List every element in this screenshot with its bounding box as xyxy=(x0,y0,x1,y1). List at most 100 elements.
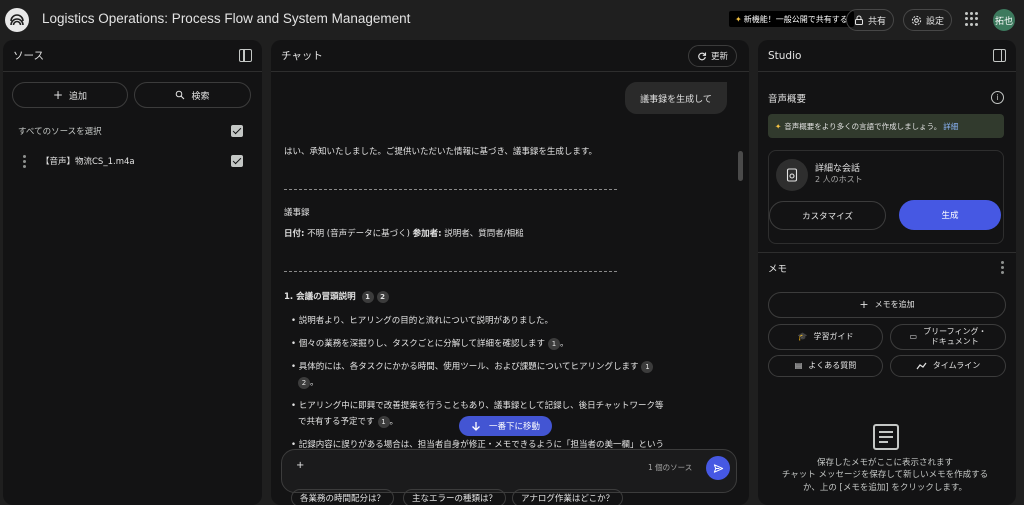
citation-chip[interactable]: 1 xyxy=(377,415,390,428)
bullet-text: 説明者より、ヒアリングの目的と流れについて説明がありました。 xyxy=(298,316,553,326)
audio-overview-title: 音声概要 xyxy=(768,94,807,105)
new-feature-badge[interactable]: ✦ 新機能！一般公開で共有する xyxy=(729,11,854,27)
briefing-label-line1: ブリーフィング・ xyxy=(923,326,987,336)
refresh-icon xyxy=(698,52,707,61)
banner-text: 音声概要をより多くの言語で作成しましょう。 xyxy=(784,121,942,131)
chat-input[interactable]: + 1 個のソース xyxy=(281,449,737,493)
select-all-checkbox[interactable] xyxy=(231,125,243,137)
customize-button[interactable]: カスタマイズ xyxy=(769,201,886,230)
empty-notes-message: 保存したメモがここに表示されます チャット メッセージを保存して新しいメモを作成… xyxy=(758,457,1012,494)
citation-chip[interactable]: 1 xyxy=(361,290,374,303)
add-memo-button[interactable]: + メモを追加 xyxy=(768,292,1006,318)
citation-chip[interactable]: 1 xyxy=(641,360,654,373)
apps-grid-icon[interactable] xyxy=(965,12,979,26)
briefing-label-line2: ドキュメント xyxy=(930,337,979,346)
source-item-checkbox[interactable] xyxy=(231,155,243,167)
chat-header: チャット 更新 xyxy=(271,40,749,72)
lock-icon xyxy=(855,15,863,25)
arrow-down-icon xyxy=(472,422,480,431)
empty-line: か、上の [メモを追加] をクリックします。 xyxy=(802,482,968,493)
scroll-to-bottom-button[interactable]: 一番下に移動 xyxy=(459,416,553,436)
chat-panel: チャット 更新 議事録を生成して はい、承知いたしました。ご提供いただいた情報に… xyxy=(271,40,749,505)
timeline-icon xyxy=(916,362,927,370)
document-icon: ▭ xyxy=(909,331,918,341)
refresh-button[interactable]: 更新 xyxy=(687,45,737,67)
party-icon: ✦ xyxy=(775,121,782,131)
jump-label: 一番下に移動 xyxy=(489,422,541,432)
chat-scrollbar[interactable] xyxy=(738,151,743,181)
app-logo-icon[interactable] xyxy=(5,8,29,32)
faq-button[interactable]: ▤ よくある質問 xyxy=(768,355,883,377)
search-sparkle-icon xyxy=(176,90,185,100)
banner-link[interactable]: 詳細 xyxy=(943,121,958,132)
gear-icon xyxy=(911,15,922,25)
participants-label: 参加者: xyxy=(412,229,442,239)
refresh-label: 更新 xyxy=(710,52,728,62)
participants-value: 説明者、質問者/相槌 xyxy=(441,229,524,239)
top-bar: Logistics Operations: Process Flow and S… xyxy=(0,0,1024,40)
language-banner: ✦ 音声概要をより多くの言語で作成しましょう。 詳細 xyxy=(768,114,1004,138)
date-value: 不明 (音声データに基づく) xyxy=(304,229,413,239)
list-item: • 説明者より、ヒアリングの目的と流れについて説明がありました。 xyxy=(291,316,553,326)
doc-title: 議事録 xyxy=(284,208,310,218)
select-all-label: すべてのソースを選択 xyxy=(18,127,102,137)
collapse-panel-icon[interactable] xyxy=(993,49,1006,62)
more-vert-icon[interactable] xyxy=(1001,261,1004,274)
bullet-text: 個々の業務を深掘りし、タスクごとに分解して詳細を確認します xyxy=(298,339,545,349)
card-title: 詳細な会話 xyxy=(815,164,861,174)
chat-input-value: + xyxy=(296,460,305,471)
add-memo-label: メモを追加 xyxy=(874,299,915,309)
audio-overview-card: 詳細な会話 2 人のホスト カスタマイズ 生成 xyxy=(768,150,1004,244)
graduation-cap-icon: 🎓 xyxy=(797,331,808,341)
bullet-text: で共有する予定です xyxy=(298,417,375,427)
divider xyxy=(284,271,617,272)
source-count: 1 個のソース xyxy=(648,463,693,472)
bullet-text: 具体的には、各タスクにかかる時間、使用ツール、および課題についてヒアリングします xyxy=(298,362,639,372)
citation-chip[interactable]: 2 xyxy=(376,290,389,303)
plus-icon: + xyxy=(52,88,64,102)
briefing-label: ブリーフィング・ ドキュメント xyxy=(923,327,986,348)
bullet-text: ヒアリング中に即興で改善提案を行うこともあり、議事録として記録し、後日チャットワ… xyxy=(298,401,664,411)
suggestion-chip[interactable]: アナログ作業はどこか？ xyxy=(512,489,624,505)
card-subtitle: 2 人のホスト xyxy=(815,175,863,184)
send-button[interactable] xyxy=(706,456,730,480)
notes-empty-icon xyxy=(873,424,899,450)
sources-title: ソース xyxy=(13,50,44,62)
settings-label: 設定 xyxy=(926,16,945,27)
meeting-meta: 日付: 不明 (音声データに基づく) 参加者: 説明者、質問者/相槌 xyxy=(284,227,524,239)
studio-title: Studio xyxy=(768,49,802,62)
study-guide-button[interactable]: 🎓 学習ガイド xyxy=(768,324,883,350)
audio-file-icon xyxy=(776,159,808,191)
section-title: 1. 会議の冒頭説明 xyxy=(284,292,356,302)
briefing-doc-button[interactable]: ▭ ブリーフィング・ ドキュメント xyxy=(890,324,1006,350)
citation-chip[interactable]: 1 xyxy=(547,337,560,350)
plus-icon: + xyxy=(859,297,869,311)
sources-panel: ソース + 追加 検索 すべてのソースを選択 【音声】物流CS_1.m4a xyxy=(3,40,262,505)
source-item[interactable]: 【音声】物流CS_1.m4a xyxy=(3,150,262,172)
collapse-panel-icon[interactable] xyxy=(239,49,252,62)
suggestion-chip[interactable]: 主なエラーの種類は？ xyxy=(403,489,507,505)
generate-button[interactable]: 生成 xyxy=(899,200,1001,230)
divider xyxy=(284,189,617,190)
share-button[interactable]: 共有 xyxy=(846,9,895,31)
settings-button[interactable]: 設定 xyxy=(903,9,953,31)
notebook-title[interactable]: Logistics Operations: Process Flow and S… xyxy=(42,11,410,26)
timeline-button[interactable]: タイムライン xyxy=(890,355,1006,377)
info-icon[interactable]: i xyxy=(991,91,1004,104)
empty-line: 保存したメモがここに表示されます xyxy=(816,458,953,468)
date-label: 日付: xyxy=(284,229,305,239)
avatar[interactable]: 拓也 xyxy=(993,9,1015,31)
empty-line: チャット メッセージを保存して新しいメモを作成する xyxy=(781,470,989,481)
add-source-label: 追加 xyxy=(69,91,88,102)
list-item: • 具体的には、各タスクにかかる時間、使用ツール、および課題についてヒアリングし… xyxy=(291,360,654,373)
more-vert-icon[interactable] xyxy=(23,155,26,168)
list-item: • ヒアリング中に即興で改善提案を行うこともあり、議事録として記録し、後日チャッ… xyxy=(291,401,664,411)
discover-sources-button[interactable]: 検索 xyxy=(134,82,251,108)
suggestion-chip[interactable]: 各業務の時間配分は？ xyxy=(291,489,395,505)
studio-panel: Studio 音声概要 i ✦ 音声概要をより多くの言語で作成しましょう。 詳細… xyxy=(758,40,1016,505)
add-source-button[interactable]: + 追加 xyxy=(12,82,128,108)
citation-chip[interactable]: 2 xyxy=(298,376,310,389)
user-message: 議事録を生成して xyxy=(625,82,727,114)
sources-header: ソース xyxy=(3,40,262,72)
list-item-continued: 2。 xyxy=(295,376,319,389)
